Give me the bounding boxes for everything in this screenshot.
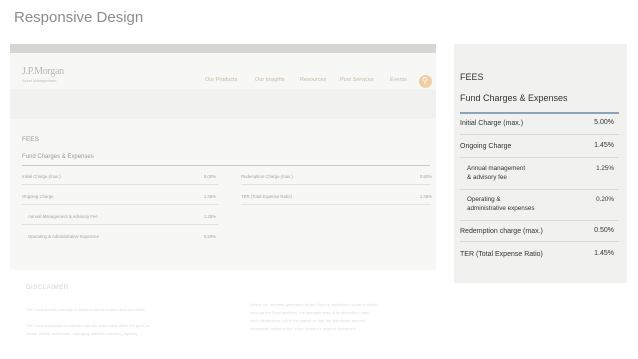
- fee-value: 1.45%: [419, 194, 432, 199]
- desktop-mockup: J.P.Morgan Asset Management Our Products…: [10, 44, 436, 270]
- logo-subtitle: Asset Management: [22, 78, 57, 83]
- fee-value: 0.50%: [419, 174, 432, 179]
- section-divider: [22, 165, 430, 166]
- fee-label: Annual management & advisory fee: [467, 165, 526, 181]
- fee-label: TER (Total Expense Ratio): [460, 251, 543, 258]
- fee-value: 0.20%: [596, 196, 614, 203]
- row-divider: [22, 224, 218, 225]
- disclaimer-text: Where the dividend generated by the Fund…: [250, 302, 379, 307]
- nav-item-post-services[interactable]: Post Services: [340, 77, 374, 83]
- fee-value: 1.25%: [203, 214, 216, 219]
- fee-label: Initial Charge (max.): [22, 174, 61, 179]
- fee-label: Ongoing Charge: [22, 194, 54, 199]
- row-divider: [460, 241, 619, 242]
- fee-label: Annual Management & Advisory Fee: [28, 214, 98, 219]
- row-divider: [241, 204, 431, 205]
- fee-label: Operating & Administrative Expenses: [28, 234, 99, 239]
- fees-heading: FEES: [460, 72, 484, 82]
- fee-label: Operating & administrative expenses: [467, 196, 535, 212]
- row-divider: [460, 157, 619, 158]
- row-divider: [460, 134, 619, 135]
- fee-label: Redemption Charge (max.): [241, 174, 293, 179]
- section-title: Fund Charges & Expenses: [22, 154, 94, 160]
- fee-value: 5.00%: [594, 119, 614, 126]
- disclaimer-text: bonds. Credit, settlement, emerging mark…: [26, 331, 142, 336]
- disclaimer-text: ution as the Fund declares, the Manager …: [250, 310, 370, 315]
- row-divider: [241, 184, 431, 185]
- disclaimer-text: represents capital which is the Investor…: [250, 326, 361, 331]
- section-divider: [460, 112, 619, 114]
- fee-label: Redemption charge (max.): [460, 228, 543, 235]
- section-title: Fund Charges & Expenses: [460, 93, 568, 103]
- fee-value: 0.20%: [203, 234, 216, 239]
- fee-value: 5.00%: [203, 174, 216, 179]
- fees-content: [10, 119, 436, 270]
- disclaimer-text: The Fund is exposed to interest rate ris…: [26, 323, 150, 328]
- disclaimer-heading: DISCLAIMER: [26, 284, 69, 291]
- fee-label: Ongoing Charge: [460, 143, 512, 150]
- top-utility-bar: [10, 44, 436, 53]
- fee-value: 1.25%: [596, 165, 614, 172]
- nav-item-resources[interactable]: Resources: [300, 77, 326, 83]
- fee-value: 1.45%: [594, 250, 614, 257]
- site-header: J.P.Morgan Asset Management Our Products…: [10, 53, 436, 89]
- search-icon: ⚲: [422, 76, 428, 85]
- fee-value: 1.45%: [203, 194, 216, 199]
- fee-label: TER (Total Expense Ratio): [241, 194, 292, 199]
- search-button[interactable]: ⚲: [419, 75, 432, 88]
- disclaimer-text: The Fund invests primarily in Asian bond…: [26, 307, 147, 312]
- fee-value: 0.50%: [594, 227, 614, 234]
- fee-value: 1.45%: [594, 142, 614, 149]
- nav-item-our-insights[interactable]: Our Insights: [255, 77, 285, 83]
- logo[interactable]: J.P.Morgan: [22, 66, 64, 77]
- row-divider: [460, 189, 619, 190]
- row-divider: [460, 220, 619, 221]
- mobile-mockup: FEES Fund Charges & Expenses Initial Cha…: [454, 44, 627, 283]
- fees-heading: FEES: [22, 136, 39, 143]
- nav-item-our-products[interactable]: Our Products: [205, 77, 237, 83]
- row-divider: [22, 184, 218, 185]
- slide-title: Responsive Design: [14, 9, 144, 26]
- disclaimer-text: such distributions out of the capital so…: [250, 318, 366, 323]
- fee-label: Initial Charge (max.): [460, 120, 524, 127]
- row-divider: [22, 204, 218, 205]
- nav-item-events[interactable]: Events: [390, 77, 407, 83]
